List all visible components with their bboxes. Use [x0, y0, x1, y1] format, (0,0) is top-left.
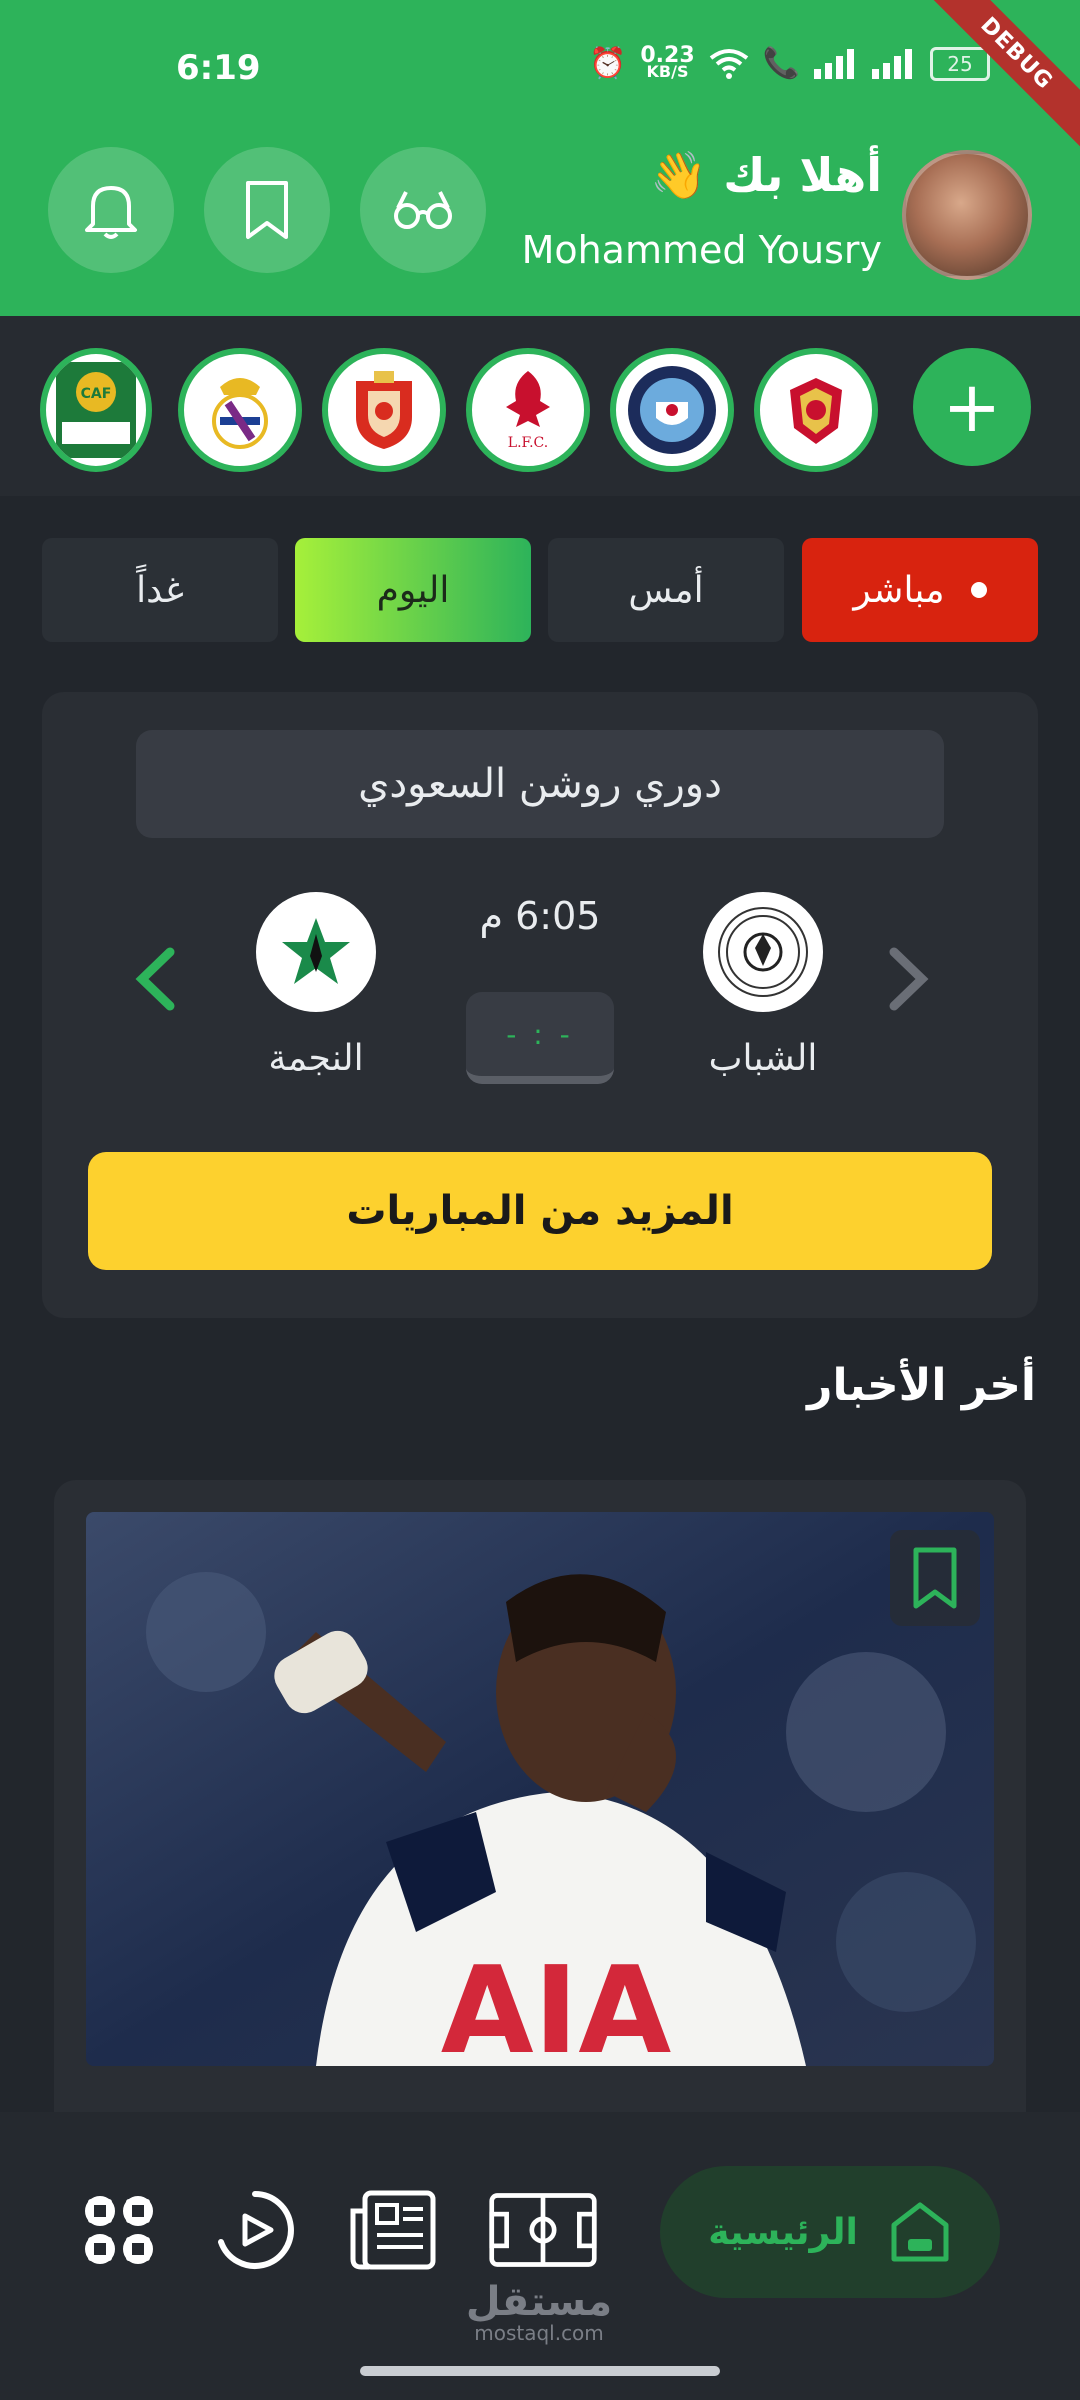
signal-icon-2	[872, 48, 912, 79]
chevron-right-icon[interactable]	[884, 944, 934, 1031]
username-text: Mohammed Yousry	[521, 228, 882, 272]
manchester-city-logo[interactable]	[610, 348, 734, 472]
tab-yesterday[interactable]: أمس	[548, 538, 784, 642]
nav-matches[interactable]	[488, 2180, 598, 2280]
bell-icon	[85, 186, 137, 239]
football-pitch-icon	[489, 2193, 597, 2267]
reading-mode-button[interactable]	[360, 147, 486, 273]
tab-tomorrow[interactable]: غداً	[42, 538, 278, 642]
al-ahly-logo[interactable]	[754, 348, 878, 472]
nav-home-label: الرئيسية	[708, 2211, 858, 2253]
real-madrid-logo[interactable]	[178, 348, 302, 472]
league-name[interactable]: دوري روشن السعودي	[136, 730, 944, 838]
svg-text:AIA: AIA	[441, 1942, 672, 2066]
latest-news-title: أخر الأخبار	[807, 1360, 1036, 1411]
alarm-icon: ⏰	[589, 46, 627, 81]
home-team-name: الشباب	[708, 1038, 818, 1079]
watermark: مستقل mostaql.com	[454, 2282, 624, 2344]
al-shabab-logo[interactable]	[703, 892, 823, 1012]
saved-button[interactable]	[204, 147, 330, 273]
add-team-button[interactable]: +	[913, 348, 1031, 466]
nav-home[interactable]: الرئيسية	[660, 2166, 1000, 2298]
glasses-icon	[394, 191, 452, 229]
al-najma-logo[interactable]	[256, 892, 376, 1012]
svg-text:CAF: CAF	[81, 386, 112, 402]
home-icon	[891, 2202, 949, 2262]
nav-more[interactable]	[64, 2180, 174, 2280]
status-icons: ⏰ 0.23 KB/S 📞 25	[589, 42, 990, 81]
live-dot-icon	[970, 582, 987, 598]
newspaper-icon	[350, 2190, 436, 2270]
greeting-text: أهلا بك 👋	[650, 148, 882, 202]
tab-live-label: مباشر	[853, 569, 945, 611]
battery-icon: 25	[930, 46, 990, 81]
watermark-url: mostaql.com	[474, 2321, 604, 2345]
notifications-button[interactable]	[48, 147, 174, 273]
tab-live[interactable]: مباشر	[802, 538, 1038, 642]
wifi-icon	[709, 48, 748, 79]
club-crest-logo[interactable]	[322, 348, 446, 472]
user-avatar[interactable]	[902, 150, 1032, 280]
nav-videos[interactable]	[200, 2180, 310, 2280]
bookmark-icon	[246, 181, 288, 239]
video-play-icon	[218, 2191, 294, 2269]
network-speed: 0.23 KB/S	[640, 42, 695, 81]
more-matches-button[interactable]: المزيد من المباريات	[88, 1152, 992, 1270]
nav-news[interactable]	[336, 2180, 446, 2280]
news-image[interactable]: AIA	[86, 1512, 994, 2066]
caf-champions-league-logo[interactable]: CAF	[40, 348, 152, 472]
tab-today[interactable]: اليوم	[295, 538, 531, 642]
chevron-left-icon[interactable]	[130, 944, 180, 1031]
news-bookmark-button[interactable]	[890, 1530, 980, 1626]
away-team-name: النجمة	[268, 1038, 364, 1079]
svg-text:L.F.C.: L.F.C.	[508, 435, 548, 451]
bookmark-icon	[913, 1547, 957, 1609]
home-indicator[interactable]	[360, 2366, 720, 2376]
status-time: 6:19	[176, 48, 261, 88]
grid-icon	[85, 2196, 153, 2264]
match-time: 6:05 م	[479, 894, 601, 938]
wifi-call-icon: 📞	[762, 46, 800, 81]
liverpool-logo[interactable]: L.F.C.	[466, 348, 590, 472]
signal-icon	[814, 48, 854, 79]
score-box: - : -	[466, 992, 614, 1084]
watermark-title: مستقل	[465, 2279, 613, 2325]
